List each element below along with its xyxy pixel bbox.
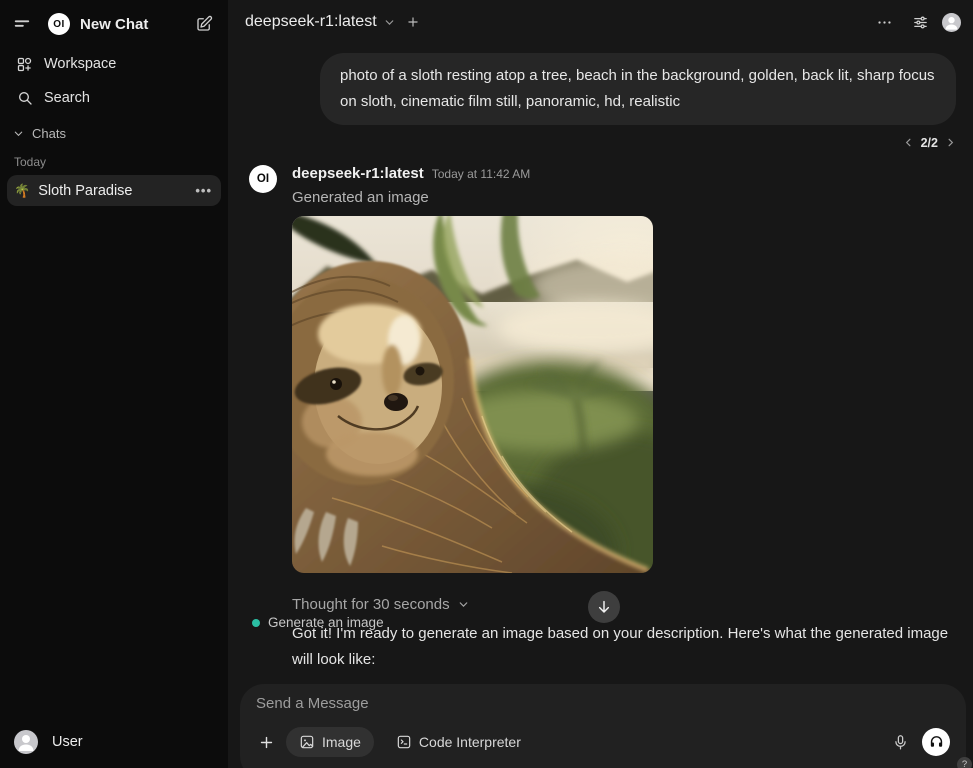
user-avatar: [14, 730, 38, 754]
sidebar-user-menu[interactable]: User: [6, 724, 222, 760]
chat-emoji: 🌴: [14, 183, 30, 199]
date-group-label: Today: [0, 145, 228, 175]
status-label: Generate an image: [268, 615, 384, 630]
pagination-prev-icon[interactable]: [903, 137, 914, 148]
workspace-label: Workspace: [44, 56, 116, 72]
search-icon: [16, 90, 33, 106]
chat-list-item[interactable]: 🌴 Sloth Paradise •••: [7, 175, 221, 206]
thought-toggle[interactable]: Thought for 30 seconds: [292, 596, 956, 613]
search-label: Search: [44, 90, 90, 106]
assistant-reply-text: Got it! I'm ready to generate an image b…: [292, 621, 956, 672]
message-pagination: 2/2: [249, 134, 956, 151]
top-bar: deepseek-r1:latest: [228, 0, 973, 44]
headphones-icon: [928, 734, 945, 751]
assistant-avatar: OI: [249, 165, 277, 193]
user-name: User: [52, 734, 83, 750]
chat-title: Sloth Paradise: [38, 183, 195, 199]
thought-chevron-down-icon: [457, 598, 470, 611]
new-chat-icon[interactable]: [190, 10, 218, 38]
chat-more-icon[interactable]: [870, 8, 898, 36]
chats-section-label: Chats: [32, 126, 66, 141]
new-chat-label[interactable]: New Chat: [80, 16, 190, 33]
workspace-icon: [16, 56, 33, 73]
image-icon: [299, 734, 315, 750]
status-dot: [252, 619, 260, 627]
code-interpreter-button[interactable]: Code Interpreter: [383, 727, 534, 757]
generation-status: Generate an image: [252, 615, 384, 630]
image-toggle-button[interactable]: Image: [286, 727, 374, 757]
sidebar-item-workspace[interactable]: Workspace: [6, 48, 222, 80]
controls-sliders-icon[interactable]: [906, 8, 934, 36]
terminal-icon: [396, 734, 412, 750]
chat-menu-icon[interactable]: •••: [195, 183, 212, 198]
generated-image[interactable]: [292, 216, 653, 573]
scroll-to-bottom-button[interactable]: [588, 591, 620, 623]
sidebar: OI New Chat Workspace Search Chats Today…: [0, 0, 228, 768]
message-input[interactable]: Send a Message: [256, 694, 950, 716]
image-button-label: Image: [322, 734, 361, 750]
chats-section-toggle[interactable]: Chats: [0, 116, 228, 145]
sidebar-header: OI New Chat: [0, 8, 228, 40]
add-model-icon[interactable]: [406, 15, 420, 29]
chat-scroll-area[interactable]: photo of a sloth resting atop a tree, be…: [228, 44, 973, 684]
chevron-down-icon: [13, 128, 24, 139]
pagination-count: 2/2: [921, 136, 938, 150]
assistant-name: deepseek-r1:latest: [292, 165, 424, 182]
account-avatar[interactable]: [942, 13, 961, 32]
main-area: deepseek-r1:latest photo of a sloth rest…: [228, 0, 973, 768]
thought-label: Thought for 30 seconds: [292, 596, 450, 613]
app-logo: OI: [48, 13, 70, 35]
code-interpreter-label: Code Interpreter: [419, 734, 521, 750]
help-badge[interactable]: ?: [957, 757, 972, 768]
user-message-bubble: photo of a sloth resting atop a tree, be…: [320, 53, 956, 125]
voice-call-button[interactable]: [922, 728, 950, 756]
composer: Send a Message Image Code Interpreter: [240, 684, 966, 768]
sidebar-toggle-icon[interactable]: [8, 10, 36, 38]
generated-image-label: Generated an image: [292, 189, 956, 206]
assistant-timestamp: Today at 11:42 AM: [432, 167, 531, 181]
microphone-icon[interactable]: [892, 734, 909, 751]
model-chevron-down-icon[interactable]: [383, 16, 396, 29]
attach-plus-icon[interactable]: [256, 732, 277, 753]
model-selector[interactable]: deepseek-r1:latest: [245, 13, 377, 31]
pagination-next-icon[interactable]: [945, 137, 956, 148]
sidebar-item-search[interactable]: Search: [6, 82, 222, 114]
